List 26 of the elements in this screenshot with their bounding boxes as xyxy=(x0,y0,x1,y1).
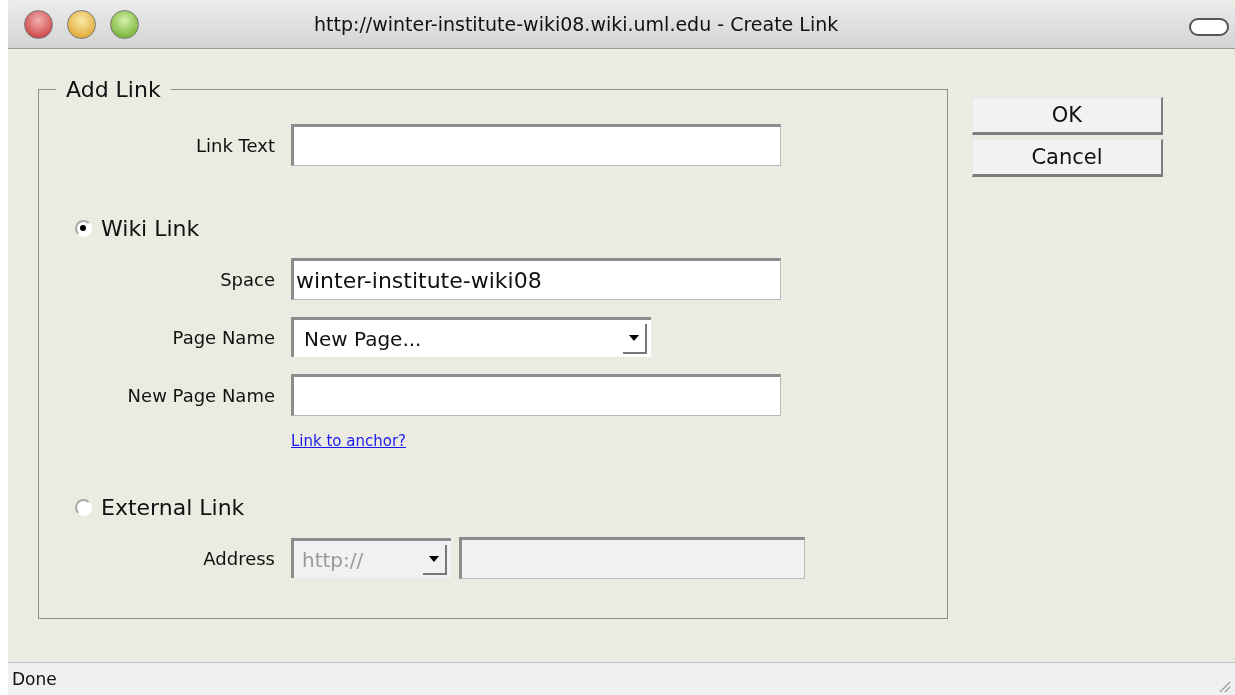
radio-label: External Link xyxy=(101,495,245,520)
status-text: Done xyxy=(12,669,57,689)
caret-icon xyxy=(429,555,439,562)
field-label: New Page Name xyxy=(126,384,275,406)
dialog-button[interactable]: Cancel xyxy=(972,139,1163,177)
dialog-button[interactable]: OK xyxy=(972,97,1163,135)
window-title: http://winter-institute-wiki08.wiki.uml.edu - Create Link xyxy=(314,13,839,35)
resize-grip-icon[interactable] xyxy=(1217,679,1231,693)
group-title: Add Link xyxy=(65,77,162,102)
anchor-link[interactable]: Link to anchor? xyxy=(291,432,407,450)
minimize-icon[interactable] xyxy=(67,9,96,39)
radio-button[interactable] xyxy=(75,220,92,237)
radio-button[interactable] xyxy=(75,499,92,516)
toolbar-toggle-icon[interactable] xyxy=(1189,18,1229,36)
field-label: Page Name xyxy=(171,326,275,348)
text-field[interactable] xyxy=(291,374,781,416)
text-field[interactable]: winter-institute-wiki08 xyxy=(291,258,781,300)
zoom-icon[interactable] xyxy=(110,9,139,39)
field-label: Address xyxy=(202,547,275,569)
field-label: Link Text xyxy=(195,134,275,156)
radio-label: Wiki Link xyxy=(101,216,200,241)
close-icon[interactable] xyxy=(24,9,53,39)
caret-icon xyxy=(629,334,639,341)
field-label: Space xyxy=(219,268,275,290)
link-text-field[interactable] xyxy=(291,124,781,166)
page-name-dropdown[interactable]: New Page... xyxy=(291,317,651,357)
